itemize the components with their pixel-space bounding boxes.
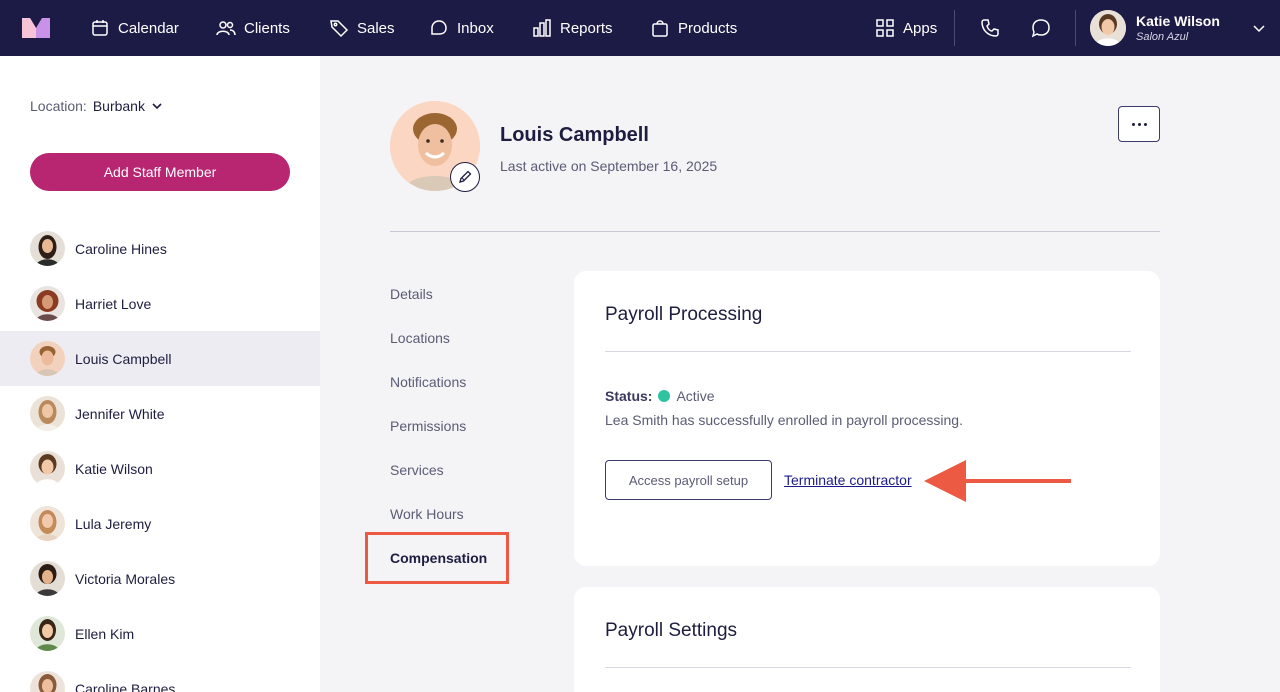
subnav-notifications[interactable]: Notifications	[390, 374, 466, 390]
chat-bubble-icon	[1031, 19, 1050, 38]
last-active-text: Last active on September 16, 2025	[500, 158, 718, 174]
staff-row[interactable]: Louis Campbell	[0, 331, 320, 386]
avatar	[30, 506, 65, 541]
nav-clients-label: Clients	[244, 19, 290, 37]
subnav-details[interactable]: Details	[390, 286, 433, 302]
more-dots-icon	[1131, 122, 1135, 126]
subnav-compensation[interactable]: Compensation	[365, 532, 509, 584]
staff-row[interactable]: Katie Wilson	[0, 441, 320, 496]
user-salon: Salon Azul	[1136, 31, 1189, 43]
staff-name: Louis Campbell	[75, 350, 172, 367]
staff-row[interactable]: Caroline Hines	[0, 221, 320, 276]
staff-name: Katie Wilson	[75, 460, 153, 477]
nav-calendar-label: Calendar	[118, 19, 179, 37]
nav-inbox[interactable]: Inbox	[429, 0, 494, 56]
nav-apps-label: Apps	[903, 19, 938, 37]
apps-grid-icon	[876, 19, 894, 37]
subnav-compensation-label: Compensation	[390, 550, 488, 566]
avatar	[30, 561, 65, 596]
staff-row[interactable]: Victoria Morales	[0, 551, 320, 606]
enrollment-message: Lea Smith has successfully enrolled in p…	[605, 412, 963, 428]
avatar	[30, 286, 65, 321]
terminate-contractor-link[interactable]: Terminate contractor	[784, 472, 912, 488]
avatar	[30, 341, 65, 376]
nav-reports[interactable]: Reports	[532, 0, 613, 56]
staff-name: Caroline Barnes	[75, 680, 176, 692]
add-staff-button[interactable]: Add Staff Member	[30, 153, 290, 191]
nav-calendar[interactable]: Calendar	[90, 0, 179, 56]
calendar-icon	[92, 20, 108, 36]
staff-name: Ellen Kim	[75, 625, 135, 642]
edit-photo-button[interactable]	[450, 162, 480, 192]
staff-name: Victoria Morales	[75, 570, 176, 587]
staff-name: Jennifer White	[75, 405, 165, 422]
payroll-processing-card: Payroll Processing Status: Active Lea Sm…	[574, 271, 1160, 566]
payroll-settings-card: Payroll Settings	[574, 587, 1160, 692]
staff-sidebar: Location: Burbank Add Staff Member Carol…	[0, 56, 320, 692]
location-label: Location:	[30, 98, 87, 114]
profile-name: Louis Campbell	[500, 124, 649, 146]
nav-divider	[954, 10, 955, 46]
nav-clients[interactable]: Clients	[216, 0, 290, 56]
staff-list: Caroline Hines Harriet Love Louis Campbe…	[0, 221, 320, 692]
brand-logo-icon[interactable]	[20, 16, 52, 40]
nav-sales-label: Sales	[357, 19, 395, 37]
inbox-icon	[431, 20, 447, 35]
payroll-status: Status: Active	[605, 388, 715, 404]
avatar	[30, 616, 65, 651]
staff-name: Caroline Hines	[75, 240, 167, 257]
status-dot-icon	[658, 390, 671, 402]
phone-icon	[981, 19, 999, 37]
user-menu[interactable]: Katie Wilson Salon Azul	[1090, 10, 1266, 46]
nav-products-label: Products	[678, 19, 738, 37]
staff-row[interactable]: Caroline Barnes	[0, 661, 320, 692]
top-nav: Calendar Clients Sales Inbox Reports Pro…	[0, 0, 1280, 56]
subnav-permissions[interactable]: Permissions	[390, 418, 466, 434]
payroll-processing-title: Payroll Processing	[605, 304, 763, 325]
pencil-icon	[459, 170, 472, 183]
location-value: Burbank	[92, 98, 145, 114]
access-payroll-setup-button[interactable]: Access payroll setup	[605, 460, 772, 500]
staff-name: Harriet Love	[75, 295, 152, 312]
staff-row[interactable]: Jennifer White	[0, 386, 320, 441]
clients-icon	[216, 21, 236, 36]
header-divider	[390, 231, 1160, 232]
location-selector[interactable]: Location: Burbank	[30, 98, 163, 114]
nav-apps[interactable]: Apps	[875, 0, 937, 56]
reports-icon	[533, 19, 551, 37]
card-divider	[605, 351, 1131, 352]
nav-inbox-label: Inbox	[457, 19, 494, 37]
staff-row[interactable]: Ellen Kim	[0, 606, 320, 661]
nav-products[interactable]: Products	[650, 0, 737, 56]
chevron-down-icon	[152, 103, 162, 110]
user-name: Katie Wilson	[1136, 13, 1220, 29]
user-avatar	[1090, 10, 1126, 46]
payroll-settings-title: Payroll Settings	[605, 620, 738, 641]
avatar	[30, 671, 65, 692]
staff-name: Lula Jeremy	[75, 515, 152, 532]
staff-row[interactable]: Harriet Love	[0, 276, 320, 331]
avatar	[30, 231, 65, 266]
chevron-down-icon	[1253, 25, 1265, 33]
subnav-services[interactable]: Services	[390, 462, 444, 478]
status-value: Active	[676, 388, 715, 404]
avatar	[30, 396, 65, 431]
status-label: Status:	[605, 388, 653, 404]
more-options-button[interactable]	[1118, 106, 1160, 142]
staff-row[interactable]: Lula Jeremy	[0, 496, 320, 551]
annotation-arrow-icon	[924, 460, 1071, 502]
avatar	[30, 451, 65, 486]
nav-sales[interactable]: Sales	[329, 0, 395, 56]
card-divider	[605, 667, 1131, 668]
chat-button[interactable]	[1031, 0, 1051, 56]
tag-icon	[330, 20, 349, 38]
nav-divider	[1075, 10, 1076, 46]
subnav-locations[interactable]: Locations	[390, 330, 450, 346]
phone-button[interactable]	[980, 0, 1000, 56]
subnav-work-hours[interactable]: Work Hours	[390, 506, 464, 522]
shopping-bag-icon	[652, 20, 668, 37]
nav-reports-label: Reports	[560, 19, 613, 37]
